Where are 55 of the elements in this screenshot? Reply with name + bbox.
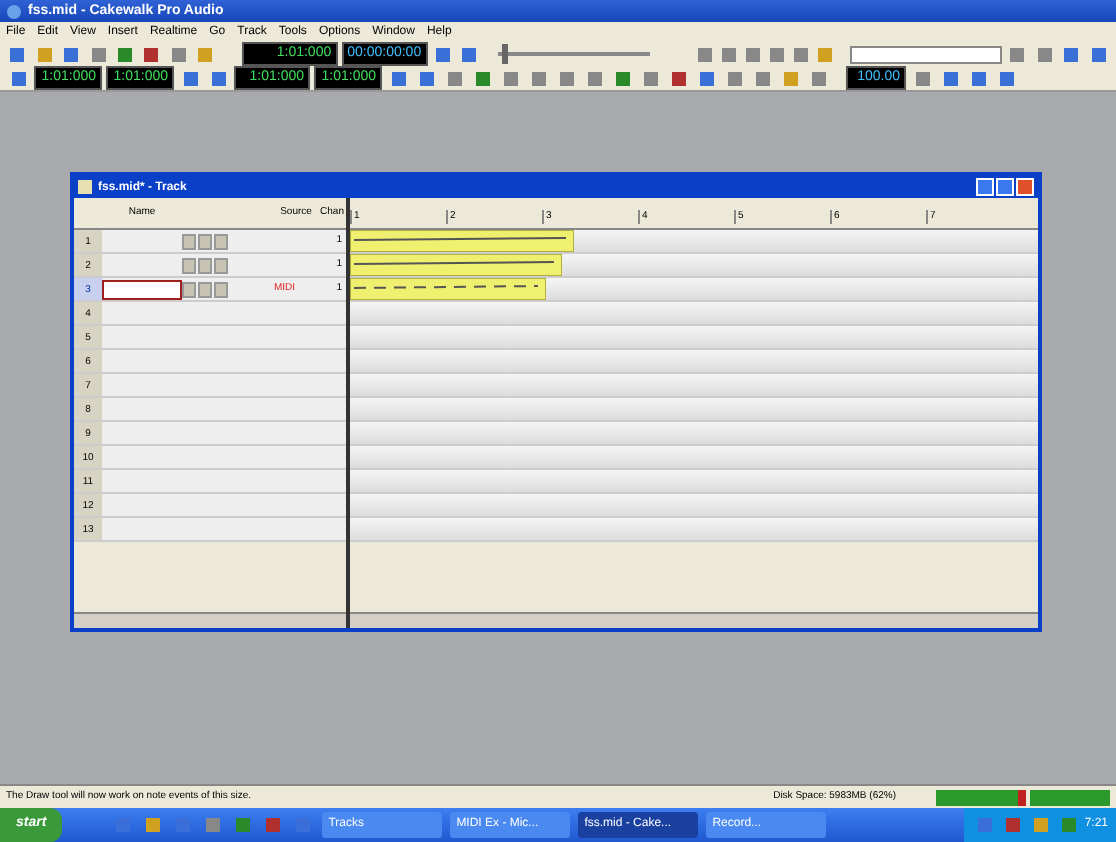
toolbar-button[interactable] — [910, 67, 934, 89]
toolbar-button[interactable] — [693, 43, 718, 65]
toolbar-button[interactable] — [206, 67, 230, 89]
toolbar-button[interactable] — [741, 43, 766, 65]
track-icon — [78, 180, 92, 194]
toolbar-button[interactable] — [789, 43, 814, 65]
toolbar-button[interactable] — [167, 43, 191, 65]
scrollbar[interactable] — [74, 612, 346, 628]
toolbar-button[interactable] — [666, 67, 690, 89]
toolbar-button[interactable] — [86, 43, 110, 65]
toolbar-button[interactable] — [994, 67, 1018, 89]
midi-clip[interactable] — [350, 254, 562, 276]
toolbar-button[interactable] — [638, 67, 662, 89]
toolbar-button[interactable] — [6, 43, 29, 65]
toolbar-button[interactable] — [610, 67, 634, 89]
toolbar-button[interactable] — [1033, 43, 1057, 65]
minimize-button[interactable] — [976, 178, 994, 196]
toolbar-button[interactable] — [470, 67, 494, 89]
toolbar-button[interactable] — [6, 67, 30, 89]
dropdown-field[interactable] — [849, 45, 1003, 63]
toolbar-button[interactable] — [113, 43, 137, 65]
toolbar-button[interactable] — [526, 67, 550, 89]
name-field[interactable] — [102, 279, 182, 299]
maximize-button[interactable] — [996, 178, 1014, 196]
toolbar-button[interactable] — [582, 67, 606, 89]
scrollbar[interactable] — [350, 612, 1038, 628]
toolbar-button[interactable] — [140, 814, 165, 836]
toolbar-button[interactable] — [938, 67, 962, 89]
toolbar-button[interactable] — [765, 43, 790, 65]
toolbar-button[interactable] — [442, 67, 466, 89]
toolbar-button[interactable] — [806, 67, 830, 89]
toolbar-button[interactable] — [59, 43, 83, 65]
level-meter — [1030, 789, 1110, 805]
toolbar-button[interactable] — [414, 67, 438, 89]
toolbar-button[interactable] — [431, 43, 455, 65]
midi-clip[interactable] — [350, 278, 546, 300]
app-icon — [6, 3, 22, 19]
toolbar-button[interactable] — [386, 67, 410, 89]
toolbar-button[interactable] — [717, 43, 742, 65]
toolbar-button[interactable] — [722, 67, 746, 89]
level-meter — [936, 789, 1026, 805]
toolbar-button[interactable] — [498, 67, 522, 89]
toolbar-button[interactable] — [750, 67, 774, 89]
toolbar-button[interactable] — [458, 43, 481, 65]
close-button[interactable] — [1016, 178, 1034, 196]
toolbar-button[interactable] — [140, 43, 164, 65]
toolbar-button[interactable] — [178, 67, 202, 89]
toolbar-button[interactable] — [966, 67, 990, 89]
toolbar-button[interactable] — [1087, 43, 1111, 65]
toolbar-button[interactable] — [694, 67, 718, 89]
toolbar-button[interactable] — [554, 67, 578, 89]
midi-clip[interactable] — [350, 230, 574, 252]
position-slider-thumb[interactable] — [501, 44, 508, 64]
toolbar-button[interactable] — [1006, 43, 1030, 65]
toolbar-button[interactable] — [1060, 43, 1084, 65]
